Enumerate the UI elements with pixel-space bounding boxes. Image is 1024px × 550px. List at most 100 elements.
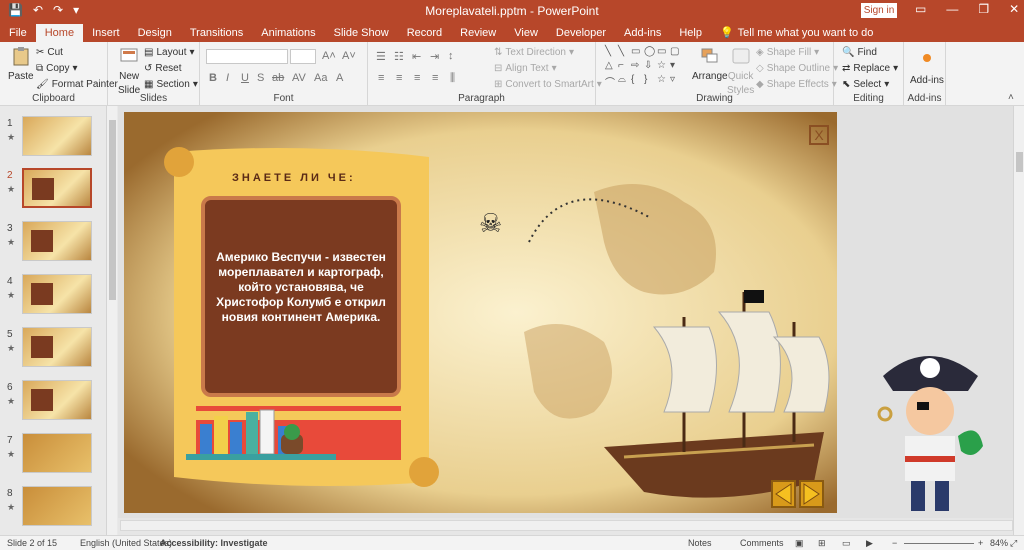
columns-icon[interactable]: ⫼: [450, 72, 455, 85]
bracket-shape-icon[interactable]: ⌐: [618, 60, 630, 73]
zoom-level[interactable]: 84%: [990, 538, 1008, 548]
tab-help[interactable]: Help: [670, 24, 711, 42]
italic-icon[interactable]: I: [226, 72, 229, 84]
tab-animations[interactable]: Animations: [252, 24, 324, 42]
previous-slide-button[interactable]: [771, 480, 796, 508]
shadow-icon[interactable]: S: [257, 72, 264, 84]
ribbon-display-icon[interactable]: ▭: [915, 2, 926, 16]
slide-sorter-icon[interactable]: ⊞: [818, 538, 826, 549]
cut-button[interactable]: ✂ Cut: [36, 47, 63, 58]
convert-smartart-button[interactable]: ⊞ Convert to SmartArt ▾: [494, 79, 602, 90]
thumbnail-slide-5[interactable]: 5 ★: [0, 327, 108, 373]
shrink-font-icon[interactable]: A˅: [342, 50, 356, 62]
align-right-icon[interactable]: ≡: [414, 72, 420, 84]
thumbnail-scrollbar[interactable]: [106, 106, 117, 535]
addins-button[interactable]: Add-ins: [910, 50, 944, 86]
align-left-icon[interactable]: ≡: [378, 72, 384, 84]
thumbnail-slide-1[interactable]: 1 ★: [0, 116, 108, 162]
collapse-ribbon-icon[interactable]: ˄: [1008, 92, 1014, 103]
reading-view-icon[interactable]: ▭: [842, 538, 851, 549]
expand-icon[interactable]: ▿: [670, 74, 682, 87]
comments-button[interactable]: Comments: [740, 538, 784, 548]
notes-button[interactable]: Notes: [688, 538, 712, 548]
close-window-icon[interactable]: ✕: [1009, 2, 1019, 16]
justify-icon[interactable]: ≡: [432, 72, 438, 84]
thumbnail-slide-8[interactable]: 8 ★: [0, 486, 108, 532]
tab-add-ins[interactable]: Add-ins: [615, 24, 670, 42]
quick-styles-button[interactable]: Quick Styles: [727, 46, 754, 96]
decrease-indent-icon[interactable]: ⇤: [412, 50, 421, 63]
tab-transitions[interactable]: Transitions: [181, 24, 252, 42]
curve-shape-icon[interactable]: ⌓: [618, 74, 630, 87]
tab-home[interactable]: Home: [35, 24, 84, 42]
language-indicator[interactable]: English (United States): [80, 538, 172, 548]
replace-button[interactable]: ⇄ Replace ▾: [842, 63, 898, 74]
tab-review[interactable]: Review: [451, 24, 505, 42]
align-text-button[interactable]: ⊟ Align Text ▾: [494, 63, 557, 74]
spacing-icon[interactable]: AV: [292, 72, 306, 84]
thumbnail-slide-2[interactable]: 2 ★: [0, 168, 108, 214]
format-painter-button[interactable]: 🖌 Format Painter: [36, 79, 118, 90]
fit-slide-icon[interactable]: ⤢: [1010, 538, 1017, 549]
more-shapes-icon[interactable]: ▾: [670, 60, 682, 73]
select-button[interactable]: ⬉ Select ▾: [842, 79, 889, 90]
paste-button[interactable]: Paste: [8, 46, 34, 82]
star-shape-icon[interactable]: ☆: [657, 60, 669, 73]
copy-button[interactable]: ⧉ Copy ▾: [36, 63, 78, 74]
oval-shape-icon[interactable]: ◯: [644, 46, 656, 59]
numbering-icon[interactable]: ☷: [394, 50, 404, 63]
bullets-icon[interactable]: ☰: [376, 50, 386, 63]
bold-icon[interactable]: B: [209, 72, 217, 84]
editor-horizontal-scrollbar[interactable]: [120, 520, 1013, 531]
shapes-gallery[interactable]: ╲ ╲ ▭ ◯ ▭ ▢ △ ⌐ ⇨ ⇩ ☆ ▾ ⌒ ⌓{} ☆ ▿: [605, 46, 685, 89]
tab-file[interactable]: File: [0, 24, 36, 42]
font-size-box[interactable]: [290, 49, 316, 64]
arrow-shape-icon[interactable]: ⇩: [644, 60, 656, 73]
rounded-rect-shape-icon[interactable]: ▢: [670, 46, 682, 59]
tab-insert[interactable]: Insert: [83, 24, 129, 42]
rectangle-shape-icon[interactable]: ▭: [657, 46, 669, 59]
close-slide-button[interactable]: X: [809, 125, 829, 145]
tab-record[interactable]: Record: [398, 24, 451, 42]
shape-fill-button[interactable]: ◈ Shape Fill ▾: [756, 47, 819, 58]
slide-canvas[interactable]: ☠ X ЗНАЕТЕ ЛИ ЧЕ: Америко Веспучи - изве…: [124, 112, 837, 513]
next-slide-button[interactable]: [799, 480, 824, 508]
reset-button[interactable]: ↺ Reset: [144, 63, 182, 74]
star-shape-icon[interactable]: ☆: [657, 74, 669, 87]
new-slide-button[interactable]: New Slide: [118, 46, 140, 96]
brace-shape-icon[interactable]: }: [644, 74, 656, 87]
slideshow-icon[interactable]: ▶: [866, 538, 873, 549]
scrollbar-thumb[interactable]: [109, 120, 116, 300]
arrange-button[interactable]: Arrange: [692, 46, 728, 82]
tell-me-search[interactable]: 💡 Tell me what you want to do: [711, 24, 882, 42]
underline-icon[interactable]: U: [241, 72, 249, 84]
shape-outline-button[interactable]: ◇ Shape Outline ▾: [756, 63, 838, 74]
zoom-slider[interactable]: [904, 543, 974, 544]
rectangle-shape-icon[interactable]: ▭: [631, 46, 643, 59]
section-button[interactable]: ▦ Section ▾: [144, 79, 198, 90]
font-color-icon[interactable]: A: [336, 72, 343, 84]
line-spacing-icon[interactable]: ↕: [448, 50, 454, 62]
font-name-box[interactable]: [206, 49, 288, 64]
line-shape-icon[interactable]: ╲: [605, 46, 617, 59]
zoom-out-icon[interactable]: −: [892, 538, 897, 548]
tab-design[interactable]: Design: [129, 24, 181, 42]
tab-view[interactable]: View: [505, 24, 547, 42]
shape-effects-button[interactable]: ◆ Shape Effects ▾: [756, 79, 837, 90]
layout-button[interactable]: ▤ Layout ▾: [144, 47, 195, 58]
strikethrough-icon[interactable]: ab: [272, 72, 284, 84]
zoom-in-icon[interactable]: +: [978, 538, 983, 548]
arrow-shape-icon[interactable]: ⇨: [631, 60, 643, 73]
find-button[interactable]: 🔍 Find: [842, 47, 877, 58]
text-direction-button[interactable]: ⇅ Text Direction ▾: [494, 47, 574, 58]
accessibility-status[interactable]: Accessibility: Investigate: [160, 538, 268, 548]
normal-view-icon[interactable]: ▣: [795, 538, 804, 549]
thumbnail-slide-4[interactable]: 4 ★: [0, 274, 108, 320]
increase-indent-icon[interactable]: ⇥: [430, 50, 439, 63]
scrollbar-thumb[interactable]: [1016, 152, 1023, 172]
sign-in-button[interactable]: Sign in: [861, 3, 897, 18]
thumbnail-slide-6[interactable]: 6 ★: [0, 380, 108, 426]
fact-text-box[interactable]: Америко Веспучи - известен мореплавател …: [201, 196, 401, 397]
curve-shape-icon[interactable]: ⌒: [605, 74, 617, 89]
minimize-icon[interactable]: —: [946, 2, 958, 16]
